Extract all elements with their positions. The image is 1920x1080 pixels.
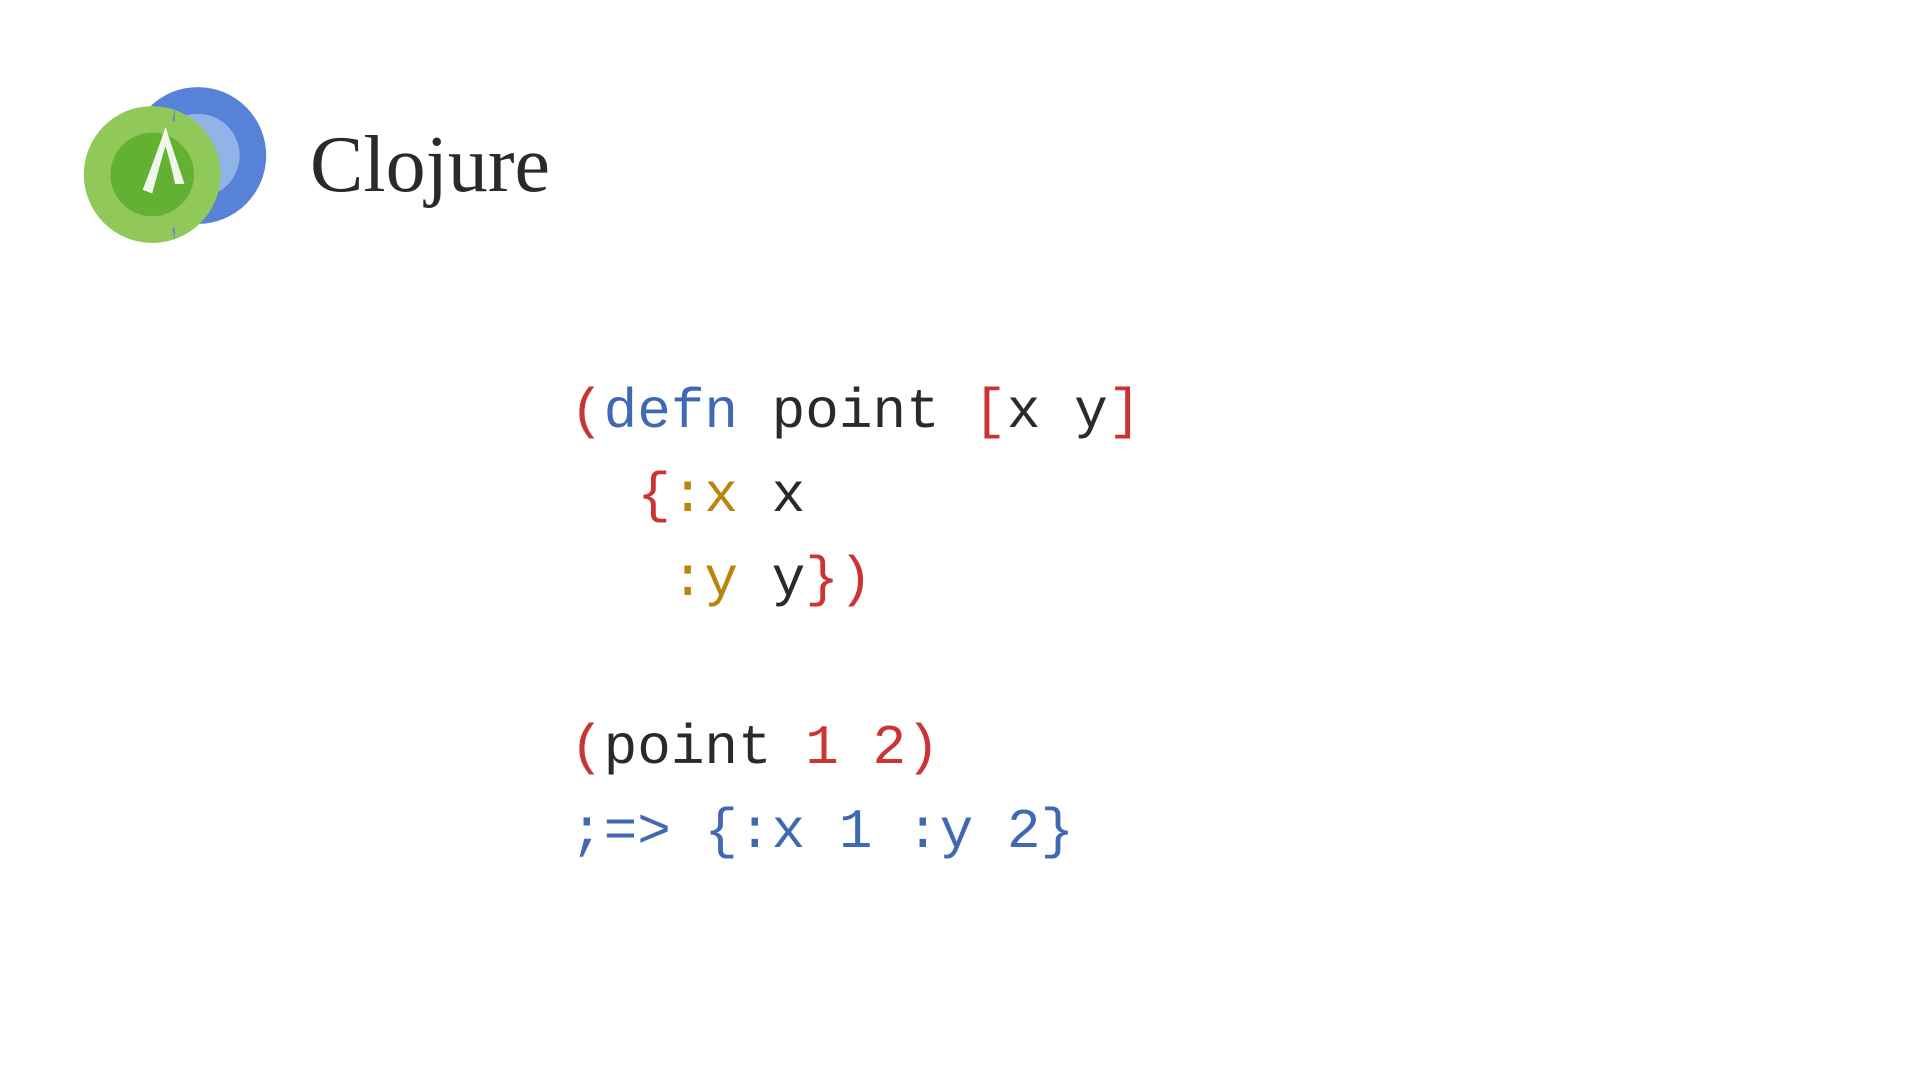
- code-token: :x: [671, 464, 738, 528]
- code-token: ): [839, 548, 873, 612]
- header: Clojure: [80, 70, 550, 260]
- code-token: ]: [1108, 380, 1142, 444]
- code-token: 1: [805, 716, 839, 780]
- code-token: [738, 548, 772, 612]
- code-token: ): [906, 716, 940, 780]
- code-token: [570, 548, 671, 612]
- code-token: defn: [604, 380, 738, 444]
- code-token: [570, 464, 637, 528]
- code-token: [: [973, 380, 1007, 444]
- code-token: {: [637, 464, 671, 528]
- code-token: [738, 380, 772, 444]
- code-token: y: [1074, 380, 1108, 444]
- code-token: x: [1007, 380, 1041, 444]
- code-token: [1041, 380, 1075, 444]
- code-token: (: [570, 716, 604, 780]
- code-token: (: [570, 380, 604, 444]
- code-token: 2: [872, 716, 906, 780]
- code-token: [772, 716, 806, 780]
- code-token: [738, 464, 772, 528]
- code-token: [940, 380, 974, 444]
- code-token: }: [805, 548, 839, 612]
- code-block: (defn point [x y] {:x x :y y}) (point 1 …: [570, 370, 1141, 874]
- code-token: :y: [671, 548, 738, 612]
- code-token: point: [604, 716, 772, 780]
- code-token: point: [772, 380, 940, 444]
- slide-title: Clojure: [310, 120, 550, 211]
- code-token: y: [772, 548, 806, 612]
- code-token: x: [772, 464, 806, 528]
- code-token: ;=> {:x 1 :y 2}: [570, 800, 1074, 864]
- code-token: [839, 716, 873, 780]
- clojure-logo-icon: [80, 70, 270, 260]
